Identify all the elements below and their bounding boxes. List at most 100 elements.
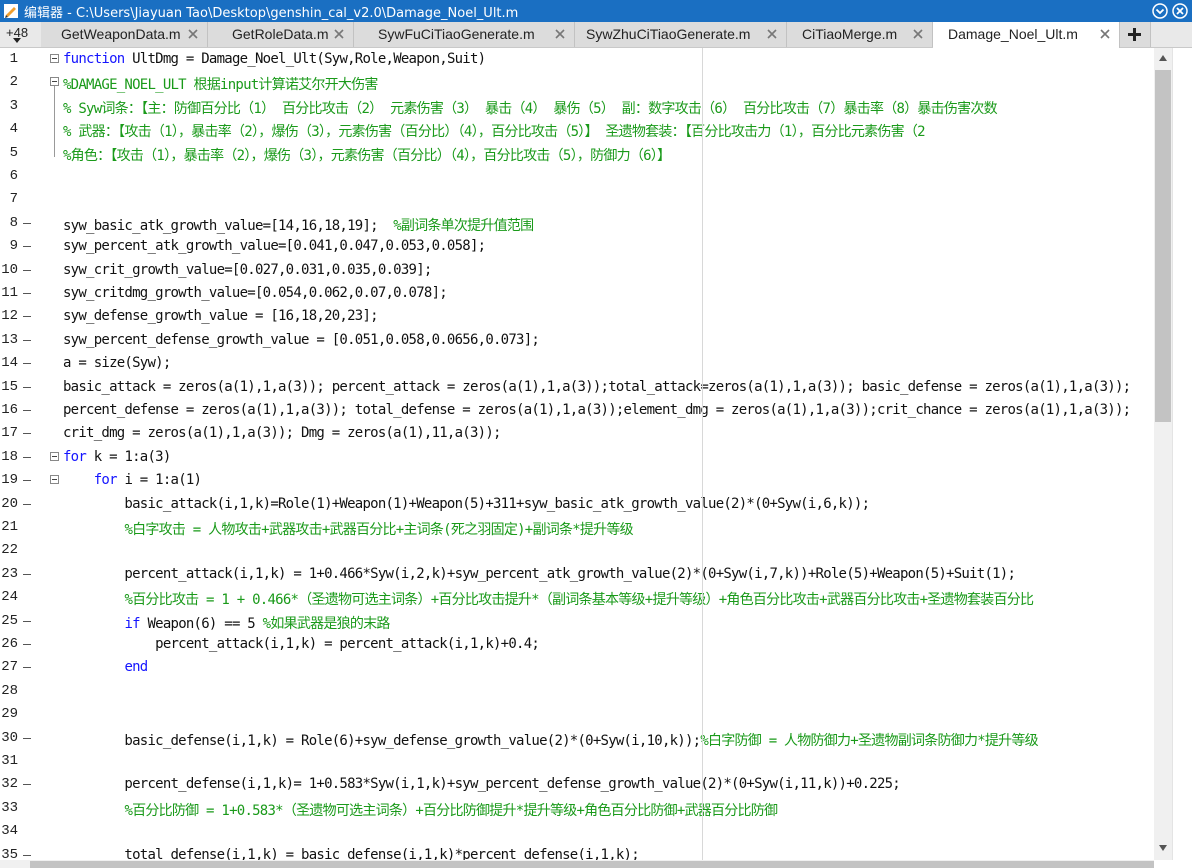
code-line[interactable]: 1 function UltDmg = Damage_Noel_Ult(Syw,R… — [0, 48, 1154, 71]
breakpoint-marker[interactable] — [23, 784, 31, 786]
scrollbar-thumb[interactable] — [30, 861, 1154, 868]
code-line[interactable]: 16 percent_defense = zeros(a(1),1,a(3)); … — [0, 399, 1154, 422]
code-token: basic_attack(i,1,k)=Role(1)+Weapon(1)+We… — [63, 495, 870, 512]
scroll-up-arrow-icon[interactable] — [1159, 55, 1167, 61]
breakpoint-marker[interactable] — [23, 667, 31, 669]
code-token: syw_percent_atk_growth_value=[0.041,0.04… — [63, 238, 486, 255]
code-line[interactable]: 15 basic_attack = zeros(a(1),1,a(3)); per… — [0, 376, 1154, 399]
code-line[interactable]: 25 if Weapon(6) == 5 %如果武器是狼的末路 — [0, 610, 1154, 633]
code-line[interactable]: 21 %白字攻击 = 人物攻击+武器攻击+武器百分比+主词条(死之羽固定)+副词… — [0, 516, 1154, 539]
breakpoint-marker[interactable] — [23, 573, 31, 575]
close-icon[interactable] — [1099, 28, 1111, 40]
code-text: percent_defense = zeros(a(1),1,a(3)); to… — [63, 402, 1131, 418]
code-text: syw_crit_growth_value=[0.027,0.031,0.035… — [63, 262, 432, 278]
breakpoint-marker[interactable] — [23, 644, 31, 645]
breakpoint-marker[interactable] — [23, 410, 31, 411]
code-line[interactable]: 17 crit_dmg = zeros(a(1),1,a(3)); Dmg = z… — [0, 422, 1154, 445]
comment-token: % Syw词条：【主：防御百分比（1） 百分比攻击（2） 元素伤害（3） 暴击（… — [63, 100, 998, 117]
fold-toggle-icon[interactable] — [50, 77, 59, 87]
breakpoint-marker[interactable] — [23, 269, 31, 271]
line-number: 25 — [1, 612, 18, 629]
code-line[interactable]: 18 for k = 1:a(3) — [0, 446, 1154, 469]
breakpoint-marker[interactable] — [23, 854, 31, 856]
code-line[interactable]: 10 syw_crit_growth_value=[0.027,0.031,0.0… — [0, 259, 1154, 282]
code-line[interactable]: 13 syw_percent_defense_growth_value = [0.… — [0, 329, 1154, 352]
code-line[interactable]: 31 — [0, 750, 1154, 773]
new-tab-button[interactable] — [1120, 22, 1151, 47]
code-line[interactable]: 4 % 武器：【攻击（1），暴击率（2），爆伤（3），元素伤害（百分比）（4），百… — [0, 118, 1154, 141]
scrollbar-thumb[interactable] — [1155, 70, 1171, 422]
fold-toggle-icon[interactable] — [50, 54, 59, 63]
tab-sywfucitiaogenerate[interactable]: SywFuCiTiaoGenerate.m — [354, 22, 575, 47]
code-line[interactable]: 33 %百分比防御 = 1+0.583*（圣遗物可选主词条）+百分比防御提升*提… — [0, 797, 1154, 820]
code-line[interactable]: 7 — [0, 188, 1154, 211]
code-line[interactable]: 11 syw_critdmg_growth_value=[0.054,0.062,… — [0, 282, 1154, 305]
code-token: basic_attack = zeros(a(1),1,a(3)); perce… — [63, 378, 1131, 395]
tab-damage-noel-ult[interactable]: Damage_Noel_Ult.m — [933, 22, 1120, 48]
vertical-scrollbar[interactable] — [1154, 48, 1172, 860]
breakpoint-marker[interactable] — [23, 339, 31, 341]
code-editor[interactable]: 1 function UltDmg = Damage_Noel_Ult(Syw,R… — [0, 48, 1154, 860]
code-token: syw_crit_growth_value=[0.027,0.031,0.035… — [63, 261, 432, 278]
scroll-down-arrow-icon[interactable] — [1159, 845, 1167, 851]
code-line[interactable]: 8 syw_basic_atk_growth_value=[14,16,18,19… — [0, 212, 1154, 235]
tab-getweapondata[interactable]: GetWeaponData.m — [41, 22, 208, 47]
code-line[interactable]: 24 %百分比攻击 = 1 + 0.466*（圣遗物可选主词条）+百分比攻击提升… — [0, 586, 1154, 609]
code-token: total_defense(i,1,k) = basic_defense(i,1… — [63, 846, 639, 860]
hidden-tabs-dropdown[interactable]: +48 — [0, 22, 40, 48]
code-line[interactable]: 9 syw_percent_atk_growth_value=[0.041,0.0… — [0, 235, 1154, 258]
fold-toggle-icon[interactable] — [50, 451, 59, 461]
right-margin-guide — [702, 48, 703, 860]
code-line[interactable]: 23 percent_attack(i,1,k) = 1+0.466*Syw(i… — [0, 563, 1154, 586]
horizontal-scrollbar[interactable] — [0, 860, 1154, 868]
breakpoint-marker[interactable] — [23, 293, 31, 294]
breakpoint-marker[interactable] — [23, 222, 31, 224]
breakpoint-marker[interactable] — [23, 620, 31, 622]
tab-label: GetRoleData.m — [232, 26, 329, 42]
code-line[interactable]: 30 basic_defense(i,1,k) = Role(6)+syw_de… — [0, 727, 1154, 750]
tab-getroledata[interactable]: GetRoleData.m — [208, 22, 354, 47]
code-line[interactable]: 32 percent_defense(i,1,k)= 1+0.583*Syw(i… — [0, 773, 1154, 796]
window-title: 编辑器 - C:\Users\Jiayuan Tao\Desktop\gensh… — [24, 5, 519, 21]
line-number: 16 — [1, 402, 18, 418]
close-icon[interactable] — [912, 28, 924, 40]
code-line[interactable]: 14 a = size(Syw); — [0, 352, 1154, 375]
code-line[interactable]: 34 — [0, 820, 1154, 843]
breakpoint-marker[interactable] — [23, 246, 31, 248]
tab-sywzhucitiaogenerate[interactable]: SywZhuCiTiaoGenerate.m — [575, 22, 787, 47]
comment-token: %如果武器是狼的末路 — [262, 615, 391, 632]
breakpoint-marker[interactable] — [23, 456, 31, 458]
code-line[interactable]: 12 syw_defense_growth_value = [16,18,20,2… — [0, 305, 1154, 328]
line-number: 3 — [9, 97, 18, 114]
options-button[interactable] — [1151, 2, 1169, 20]
code-line[interactable]: 20 basic_attack(i,1,k)=Role(1)+Weapon(1)… — [0, 493, 1154, 516]
close-icon[interactable] — [554, 28, 566, 40]
breakpoint-marker[interactable] — [23, 363, 31, 365]
tab-citiaomerge[interactable]: CiTiaoMerge.m — [787, 22, 933, 47]
code-line[interactable]: 3 % Syw词条：【主：防御百分比（1） 百分比攻击（2） 元素伤害（3） 暴击… — [0, 95, 1154, 118]
code-line[interactable]: 19 for i = 1:a(1) — [0, 469, 1154, 492]
code-line[interactable]: 28 — [0, 680, 1154, 703]
breakpoint-marker[interactable] — [23, 737, 31, 739]
comment-token: %白字攻击 = 人物攻击+武器攻击+武器百分比+主词条(死之羽固定)+副词条*提… — [124, 522, 633, 538]
code-line[interactable]: 5 %角色：【攻击（1），暴击率（2），爆伤（3），元素伤害（百分比）（4），百分… — [0, 142, 1154, 165]
code-line[interactable]: 27 end — [0, 656, 1154, 679]
close-icon[interactable] — [187, 28, 199, 40]
code-line[interactable]: 29 — [0, 703, 1154, 726]
close-icon[interactable] — [766, 28, 778, 40]
code-line[interactable]: 35 total_defense(i,1,k) = basic_defense(… — [0, 844, 1154, 860]
code-text: %白字攻击 = 人物攻击+武器攻击+武器百分比+主词条(死之羽固定)+副词条*提… — [63, 519, 633, 539]
code-line[interactable]: 26 percent_attack(i,1,k) = percent_attac… — [0, 633, 1154, 656]
breakpoint-marker[interactable] — [23, 503, 31, 505]
breakpoint-marker[interactable] — [23, 316, 31, 318]
close-window-button[interactable] — [1171, 2, 1189, 20]
code-line[interactable]: 2 %DAMAGE_NOEL_ULT 根据input计算诺艾尔开大伤害 — [0, 71, 1154, 94]
breakpoint-marker[interactable] — [23, 386, 31, 388]
breakpoint-marker[interactable] — [23, 480, 31, 482]
close-icon[interactable] — [333, 28, 345, 40]
fold-toggle-icon[interactable] — [50, 475, 59, 485]
code-line[interactable]: 6 — [0, 165, 1154, 188]
breakpoint-marker[interactable] — [23, 433, 31, 435]
code-line[interactable]: 22 — [0, 539, 1154, 562]
